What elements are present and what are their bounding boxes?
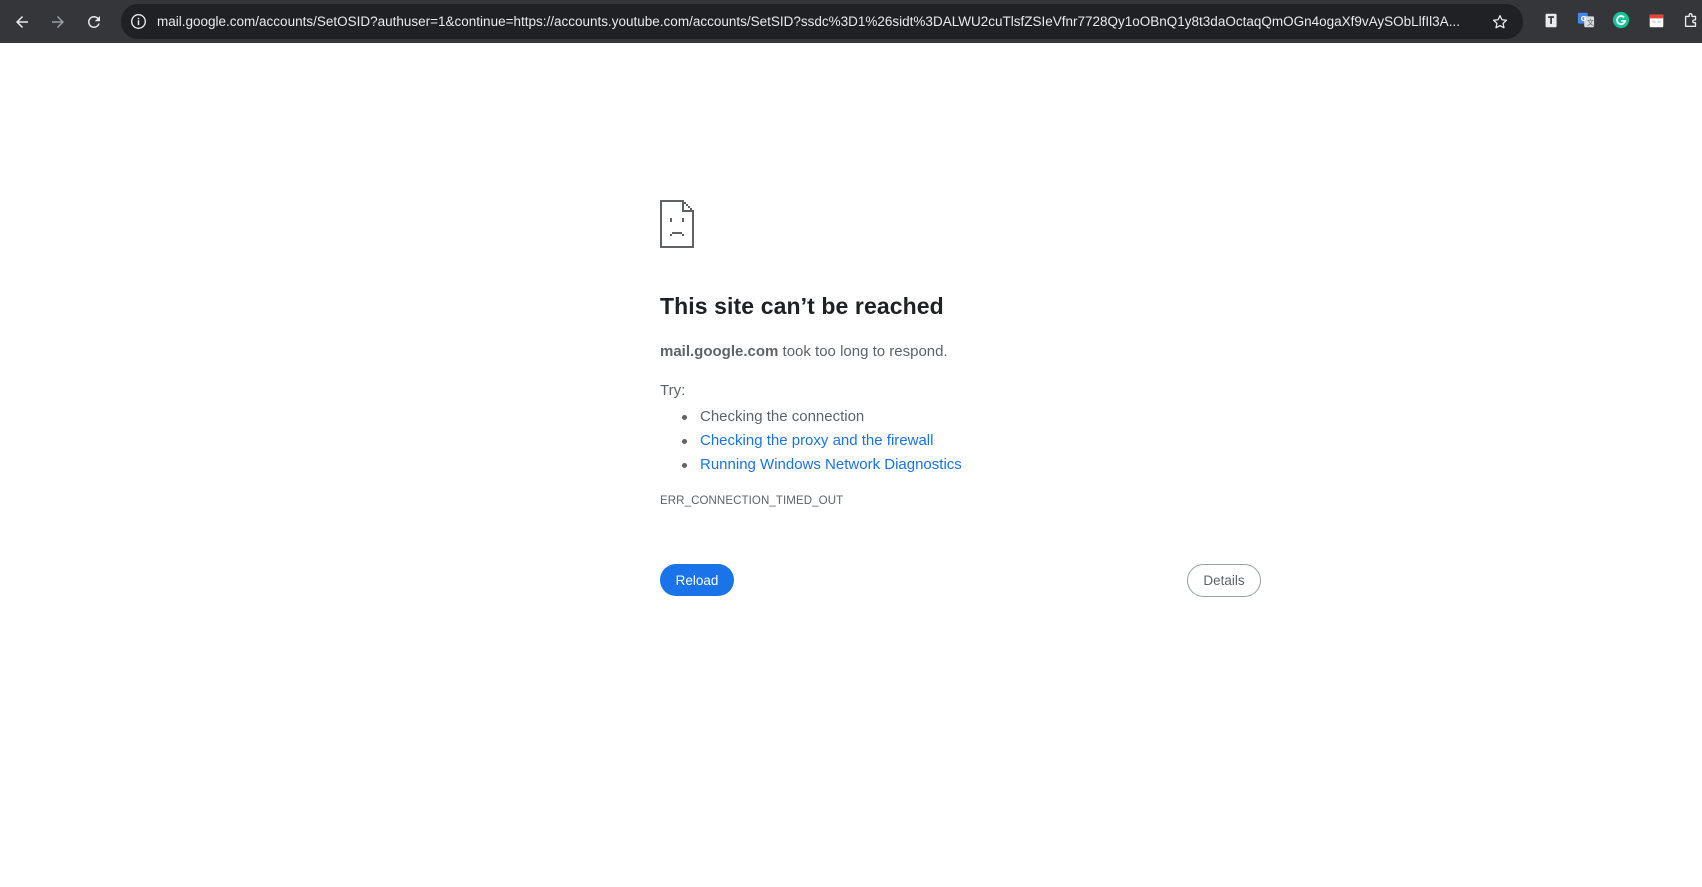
suggestion-network-diagnostics-link[interactable]: Running Windows Network Diagnostics bbox=[700, 456, 962, 473]
notes-extension-button[interactable] bbox=[1541, 10, 1561, 30]
grammarly-extension-button[interactable] bbox=[1611, 10, 1631, 30]
translate-extension-icon: G 文 bbox=[1577, 12, 1594, 28]
sad-page-icon bbox=[660, 200, 694, 248]
notes-extension-icon bbox=[1545, 13, 1557, 27]
reload-icon bbox=[87, 15, 100, 28]
suggestion-item: Checking the proxy and the firewall bbox=[682, 429, 962, 453]
error-summary-text: took too long to respond. bbox=[778, 343, 948, 360]
browser-toolbar: mail.google.com/accounts/SetOSID?authuse… bbox=[0, 0, 1702, 43]
suggestion-check-connection: Checking the connection bbox=[700, 408, 865, 425]
grammarly-extension-icon bbox=[1612, 11, 1630, 29]
error-summary: mail.google.com took too long to respond… bbox=[660, 343, 948, 360]
error-title: This site can’t be reached bbox=[660, 293, 944, 319]
svg-text:文: 文 bbox=[1587, 18, 1594, 27]
error-code: ERR_CONNECTION_TIMED_OUT bbox=[660, 495, 844, 507]
calendar-extension-button[interactable] bbox=[1646, 10, 1666, 30]
try-label: Try: bbox=[660, 382, 686, 399]
suggestion-item: Running Windows Network Diagnostics bbox=[682, 453, 962, 477]
forward-arrow-icon bbox=[52, 16, 64, 28]
back-button[interactable] bbox=[6, 6, 38, 38]
details-button[interactable]: Details bbox=[1187, 564, 1261, 597]
back-arrow-icon bbox=[16, 16, 28, 28]
address-bar[interactable]: mail.google.com/accounts/SetOSID?authuse… bbox=[121, 4, 1523, 39]
address-url[interactable]: mail.google.com/accounts/SetOSID?authuse… bbox=[157, 13, 1487, 31]
calendar-extension-icon bbox=[1649, 14, 1663, 27]
reload-page-button[interactable] bbox=[78, 6, 110, 38]
svg-text:G: G bbox=[1581, 14, 1587, 23]
reload-button[interactable]: Reload bbox=[660, 564, 734, 596]
suggestions-list: Checking the connection Checking the pro… bbox=[682, 405, 962, 477]
extensions-menu-button[interactable] bbox=[1681, 10, 1701, 30]
error-host: mail.google.com bbox=[660, 343, 779, 360]
star-icon bbox=[1492, 14, 1507, 28]
suggestion-proxy-firewall-link[interactable]: Checking the proxy and the firewall bbox=[700, 432, 933, 449]
bookmark-button[interactable] bbox=[1490, 12, 1509, 31]
site-info-button[interactable] bbox=[129, 12, 148, 31]
translate-extension-button[interactable]: G 文 bbox=[1576, 10, 1596, 30]
info-icon bbox=[131, 14, 146, 29]
suggestion-item: Checking the connection bbox=[682, 405, 962, 429]
puzzle-extensions-icon bbox=[1684, 13, 1697, 27]
forward-button[interactable] bbox=[42, 6, 74, 38]
